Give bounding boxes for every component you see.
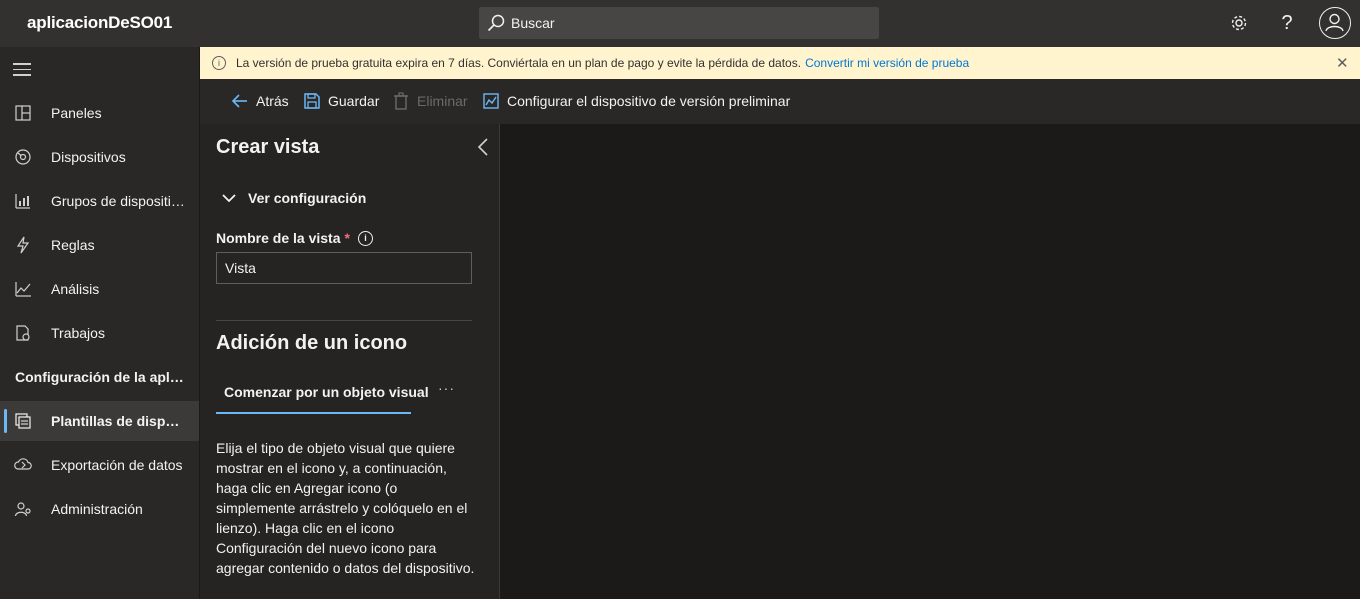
sidebar-item-label: Plantillas de dispositivo <box>51 413 186 429</box>
chevron-down-icon <box>222 194 236 203</box>
save-button[interactable]: Guardar <box>303 92 379 110</box>
sidebar-item-label: Paneles <box>51 105 102 121</box>
trial-banner: i La versión de prueba gratuita expira e… <box>200 47 1360 79</box>
trash-icon <box>394 92 408 110</box>
sidebar-item-dispositivos[interactable]: Dispositivos <box>0 137 199 177</box>
save-label: Guardar <box>328 93 380 109</box>
view-name-input[interactable] <box>216 252 472 284</box>
sidebar-item-reglas[interactable]: Reglas <box>0 225 199 265</box>
sidebar-item-label: Grupos de dispositivos <box>51 193 186 209</box>
sidebar: Paneles Dispositivos Grupos de dispositi… <box>0 47 199 599</box>
delete-button[interactable]: Eliminar <box>392 92 468 110</box>
sidebar-item-label: Reglas <box>51 237 95 253</box>
command-bar: Atrás Guardar Eliminar Configurar el dis… <box>200 79 1360 124</box>
tab-start-with-visual[interactable]: Comenzar por un objeto visual <box>216 374 437 414</box>
sidebar-item-plantillas[interactable]: Plantillas de dispositivo <box>0 401 199 441</box>
delete-label: Eliminar <box>417 93 468 109</box>
sidebar-item-trabajos[interactable]: Trabajos <box>0 313 199 353</box>
add-tile-title: Adición de un icono <box>216 332 408 354</box>
settings-button[interactable] <box>1224 8 1254 38</box>
user-icon <box>1325 13 1344 32</box>
dashboard-icon <box>15 105 31 121</box>
view-canvas[interactable] <box>501 124 1360 599</box>
view-name-label: Nombre de la vista * i <box>216 230 373 246</box>
view-settings-toggle[interactable]: Ver configuración <box>222 190 366 206</box>
back-arrow-icon <box>231 94 247 108</box>
device-groups-icon <box>15 194 30 209</box>
app-title[interactable]: aplicacionDeSO01 <box>27 13 172 33</box>
data-export-icon <box>14 458 32 470</box>
gear-icon <box>1231 15 1247 31</box>
search-input[interactable]: Buscar <box>511 15 555 31</box>
more-options-icon[interactable]: ··· <box>438 380 455 396</box>
sidebar-section-app-config: Configuración de la aplicación <box>15 369 185 385</box>
sidebar-item-exportacion[interactable]: Exportación de datos <box>0 445 199 485</box>
chevron-left-icon[interactable] <box>476 138 490 156</box>
panel-title: Crear vista <box>216 136 320 158</box>
sidebar-item-label: Análisis <box>51 281 100 297</box>
info-icon[interactable]: i <box>357 230 373 246</box>
visual-description: Elija el tipo de objeto visual que quier… <box>216 440 475 576</box>
configure-preview-device-button[interactable]: Configurar el dispositivo de versión pre… <box>482 92 790 110</box>
view-settings-label: Ver configuración <box>248 190 367 206</box>
configure-preview-label: Configurar el dispositivo de versión pre… <box>507 93 791 109</box>
tab-label: Comenzar por un objeto visual <box>224 384 429 400</box>
rules-icon <box>16 236 30 254</box>
sidebar-item-grupos[interactable]: Grupos de dispositivos <box>0 181 199 221</box>
device-templates-icon <box>15 413 31 429</box>
tab-underline <box>216 412 411 414</box>
divider <box>216 320 472 321</box>
sidebar-item-label: Trabajos <box>51 325 105 341</box>
info-icon: i <box>212 56 226 70</box>
administration-icon <box>14 502 31 517</box>
avatar[interactable] <box>1319 7 1351 39</box>
sidebar-item-paneles[interactable]: Paneles <box>0 93 199 133</box>
help-icon: ? <box>1281 11 1293 34</box>
search-icon <box>487 14 505 32</box>
view-name-label-text: Nombre de la vista <box>216 230 341 246</box>
top-bar: aplicacionDeSO01 Buscar ? <box>0 0 1360 47</box>
back-button[interactable]: Atrás <box>231 92 289 110</box>
preview-chart-icon <box>483 93 499 109</box>
help-button[interactable]: ? <box>1272 8 1302 38</box>
save-icon <box>304 93 320 109</box>
devices-icon <box>15 149 31 165</box>
sidebar-item-label: Exportación de datos <box>51 457 183 473</box>
hamburger-menu-icon[interactable] <box>13 63 33 77</box>
convert-trial-link[interactable]: Convertir mi versión de prueba <box>805 56 969 70</box>
sidebar-item-administracion[interactable]: Administración <box>0 489 199 529</box>
trial-message: La versión de prueba gratuita expira en … <box>236 56 969 70</box>
trial-message-text: La versión de prueba gratuita expira en … <box>236 56 802 70</box>
sidebar-item-label: Administración <box>51 501 143 517</box>
create-view-panel: Crear vista Ver configuración Nombre de … <box>200 124 500 599</box>
close-icon[interactable]: ✕ <box>1336 54 1349 72</box>
back-label: Atrás <box>256 93 289 109</box>
sidebar-item-label: Dispositivos <box>51 149 126 165</box>
search-box[interactable]: Buscar <box>479 7 879 39</box>
jobs-icon <box>16 325 30 341</box>
active-indicator <box>4 409 7 433</box>
required-indicator: * <box>344 230 350 246</box>
sidebar-item-analisis[interactable]: Análisis <box>0 269 199 309</box>
analytics-icon <box>15 282 31 297</box>
